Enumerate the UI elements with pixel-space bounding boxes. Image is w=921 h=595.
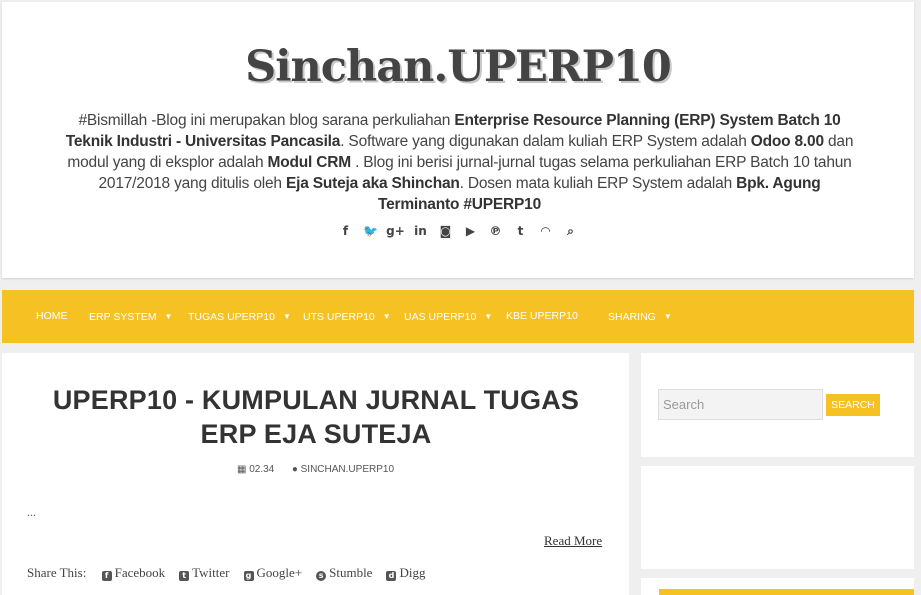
caret-down-icon: ▼ [164, 312, 173, 321]
nav-item-erp-system[interactable]: ERP SYSTEM ▼ [89, 290, 172, 343]
share-stumble[interactable]: s Stumble [316, 565, 372, 581]
share-item-label: Stumble [329, 565, 373, 580]
google-plus-icon: g [243, 571, 254, 581]
description-segment: Eja Suteja aka Shinchan [285, 175, 460, 192]
nav-item-label: SHARING [608, 311, 656, 323]
description-segment: #Bismillah -Blog ini merupakan blog sara… [78, 112, 455, 129]
post-title[interactable]: UPERP10 - KUMPULAN JURNAL TUGAS ERP EJA … [32, 383, 600, 451]
search-button[interactable]: SEARCH [826, 394, 880, 416]
twitter-icon: t [179, 571, 190, 581]
caret-down-icon: ▼ [382, 312, 391, 321]
nav-item-label: UTS UPERP10 [303, 311, 375, 323]
facebook-icon: f [101, 571, 112, 581]
share-bar: Share This: f Facebook t Twitter g Google+ s St… [27, 565, 439, 581]
twitter-icon[interactable]: 🐦 [358, 224, 383, 238]
nav-item-tugas-uperp10[interactable]: TUGAS UPERP10 ▼ [188, 290, 291, 343]
instagram-icon[interactable]: ◙ [433, 224, 458, 238]
calendar-icon: ▦ [236, 464, 247, 475]
share-item-label: Google+ [256, 565, 303, 580]
post-excerpt: ... [27, 505, 36, 519]
share-item-label: Twitter [192, 565, 230, 580]
rss-icon[interactable]: ◠ [533, 224, 558, 238]
nav-item-label: KBE UPERP10 [506, 310, 578, 322]
share-facebook[interactable]: f Facebook [101, 565, 166, 581]
caret-down-icon: ▼ [282, 312, 291, 321]
post-card: UPERP10 - KUMPULAN JURNAL TUGAS ERP EJA … [2, 353, 629, 595]
stumbleupon-icon: s [316, 571, 327, 581]
user-icon: ● [291, 464, 298, 475]
caret-down-icon: ▼ [484, 312, 493, 321]
nav-item-uts-uperp10[interactable]: UTS UPERP10 ▼ [303, 290, 391, 343]
site-description: #Bismillah -Blog ini merupakan blog sara… [62, 110, 857, 215]
share-google-plus[interactable]: g Google+ [243, 565, 303, 581]
widget-title-bar [659, 589, 914, 595]
post-meta: ▦ 02.34 ● SINCHAN.UPERP10 [2, 464, 629, 475]
share-label: Share This: [27, 565, 87, 580]
share-item-label: Digg [399, 565, 426, 580]
nav-item-label: ERP SYSTEM [89, 311, 157, 323]
header: Sinchan.UPERP10 #Bismillah -Blog ini mer… [2, 2, 914, 278]
description-segment: Modul CRM [267, 154, 352, 171]
caret-down-icon: ▼ [663, 312, 672, 321]
linkedin-icon[interactable]: in [408, 224, 433, 238]
sidebar-widget [641, 466, 914, 569]
nav-item-sharing[interactable]: SHARING ▼ [608, 290, 672, 343]
search-input[interactable] [658, 389, 823, 420]
nav-item-uas-uperp10[interactable]: UAS UPERP10 ▼ [404, 290, 492, 343]
site-title[interactable]: Sinchan.UPERP10 [2, 42, 914, 92]
nav-item-kbe-uperp10[interactable]: KBE UPERP10 [506, 290, 578, 343]
post-time: 02.34 [249, 464, 275, 475]
pinterest-icon[interactable]: ℗ [483, 224, 508, 238]
tumblr-icon[interactable]: t [508, 224, 533, 238]
nav-item-label: HOME [36, 310, 68, 322]
description-segment: . Dosen mata kuliah ERP System adalah [459, 175, 737, 192]
nav-item-label: TUGAS UPERP10 [188, 311, 275, 323]
nav-item-home[interactable]: HOME [36, 290, 68, 343]
main-navigation: HOME ERP SYSTEM ▼ TUGAS UPERP10 ▼ UTS UPERP10… [2, 290, 914, 343]
post-author[interactable]: SINCHAN.UPERP10 [301, 464, 394, 475]
share-twitter[interactable]: t Twitter [179, 565, 230, 581]
description-segment: . Software yang digunakan dalam kuliah E… [340, 133, 751, 150]
description-segment: Odoo 8.00 [750, 133, 824, 150]
google-plus-icon[interactable]: g+ [383, 224, 408, 238]
social-icons: f 🐦 g+ in ◙ ▶ ℗ t ◠ ⌕ [2, 224, 914, 239]
nav-item-label: UAS UPERP10 [404, 311, 477, 323]
digg-icon: d [386, 571, 397, 581]
sidebar-widget-2 [641, 578, 914, 595]
facebook-icon[interactable]: f [333, 224, 358, 238]
search-icon[interactable]: ⌕ [558, 224, 583, 239]
read-more-link[interactable]: Read More [544, 533, 602, 549]
share-item-label: Facebook [114, 565, 166, 580]
share-digg[interactable]: d Digg [386, 565, 425, 581]
youtube-icon[interactable]: ▶ [458, 224, 483, 238]
search-widget: SEARCH [641, 353, 914, 457]
